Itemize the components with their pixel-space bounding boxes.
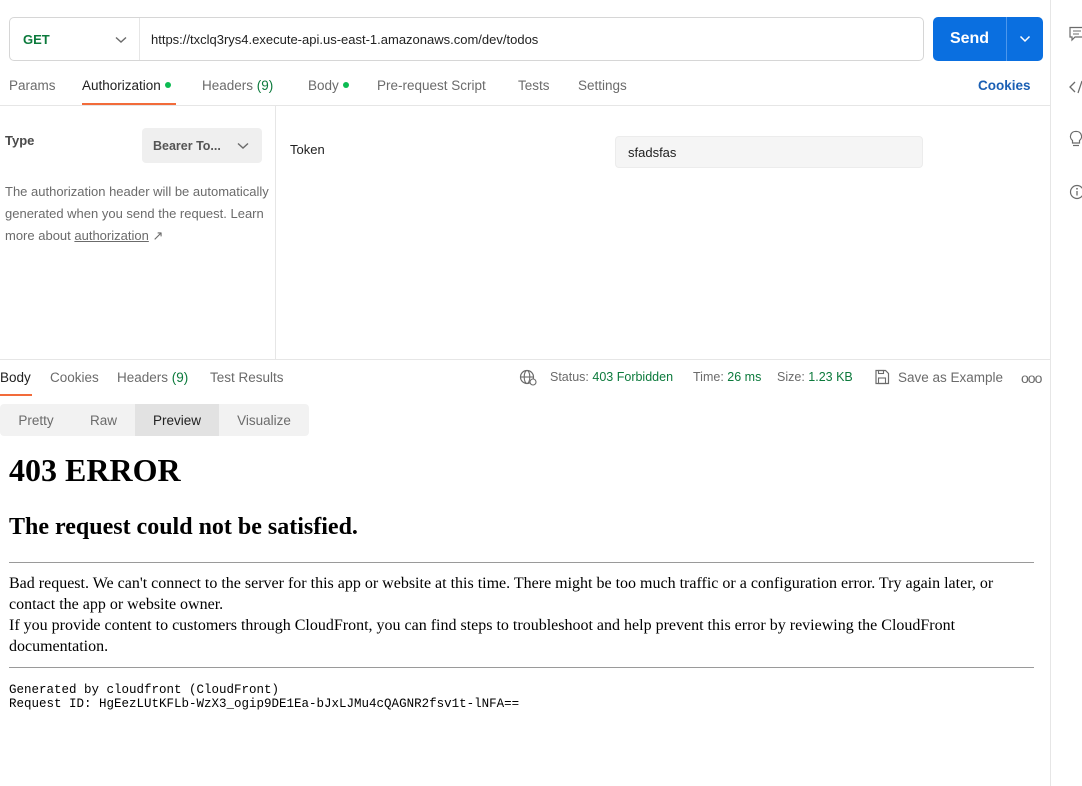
modified-dot-icon xyxy=(342,82,349,89)
info-icon[interactable] xyxy=(1069,184,1082,205)
chevron-down-icon xyxy=(237,142,249,149)
save-icon xyxy=(875,369,890,385)
divider xyxy=(0,359,1050,360)
code-icon[interactable] xyxy=(1069,79,1082,100)
size-info: Size: 1.23 KB xyxy=(777,370,853,384)
comment-icon[interactable] xyxy=(1069,26,1082,47)
cookies-link[interactable]: Cookies xyxy=(978,78,1031,93)
save-as-example-label: Save as Example xyxy=(898,369,1004,385)
tab-headers[interactable]: Headers (9) xyxy=(202,78,273,93)
status-info: Status: 403 Forbidden xyxy=(550,370,673,384)
tab-pre-request-script[interactable]: Pre-request Script xyxy=(377,78,486,93)
chevron-down-icon xyxy=(115,32,127,47)
preview-rule xyxy=(9,667,1034,668)
generated-by: Generated by cloudfront (CloudFront) xyxy=(9,683,280,697)
send-options-button[interactable] xyxy=(1006,17,1043,61)
response-tab-test-results[interactable]: Test Results xyxy=(210,370,284,385)
error-heading: 403 ERROR xyxy=(9,452,181,488)
view-mode-switch: Pretty Raw Preview Visualize xyxy=(0,404,309,436)
view-visualize[interactable]: Visualize xyxy=(219,404,309,436)
tab-headers-label: Headers xyxy=(202,78,254,93)
send-button-group: Send xyxy=(933,17,1043,61)
tab-params[interactable]: Params xyxy=(9,78,56,93)
url-input[interactable]: https://txclq3rys4.execute-api.us-east-1… xyxy=(140,32,538,47)
token-input[interactable]: sfadsfas xyxy=(615,136,923,168)
modified-dot-icon xyxy=(164,82,171,89)
globe-icon[interactable] xyxy=(519,368,537,391)
method-select[interactable]: GET xyxy=(10,18,140,60)
lightbulb-icon[interactable] xyxy=(1069,130,1082,153)
tab-body[interactable]: Body xyxy=(308,78,349,93)
time-info: Time: 26 ms xyxy=(693,370,761,384)
token-label: Token xyxy=(290,142,325,157)
response-tab-headers-label: Headers xyxy=(117,370,169,385)
view-pretty[interactable]: Pretty xyxy=(0,404,72,436)
authorization-link[interactable]: authorization xyxy=(74,228,148,243)
right-sidebar xyxy=(1050,0,1082,786)
response-preview: 403 ERROR The request could not be satis… xyxy=(9,450,1034,711)
request-tabs: Params Authorization Headers (9) Body Pr… xyxy=(0,76,1050,106)
response-tab-cookies[interactable]: Cookies xyxy=(50,370,99,385)
error-footer: Generated by cloudfront (CloudFront) Requ… xyxy=(9,683,1034,711)
more-options-icon[interactable]: ooo xyxy=(1021,370,1042,386)
response-headers-count: (9) xyxy=(171,370,189,385)
tab-tests[interactable]: Tests xyxy=(518,78,550,93)
size-value[interactable]: 1.23 KB xyxy=(808,370,852,384)
response-tab-body[interactable]: Body xyxy=(0,370,31,385)
auth-type-select[interactable]: Bearer To... xyxy=(142,128,262,163)
tab-settings[interactable]: Settings xyxy=(578,78,627,93)
auth-description: The authorization header will be automat… xyxy=(5,181,270,247)
request-id: Request ID: HgEezLUtKFLb-WzX3_ogip9DE1Ea… xyxy=(9,697,520,711)
error-subheading: The request could not be satisfied. xyxy=(9,514,358,540)
divider xyxy=(0,105,1050,106)
method-label: GET xyxy=(23,31,50,47)
auth-type-label: Type xyxy=(5,133,35,148)
tab-authorization[interactable]: Authorization xyxy=(82,78,171,93)
token-value: sfadsfas xyxy=(628,144,677,160)
save-as-example-button[interactable]: Save as Example xyxy=(874,369,1003,385)
tab-body-label: Body xyxy=(308,78,339,93)
panel-divider xyxy=(275,106,276,359)
view-raw[interactable]: Raw xyxy=(72,404,135,436)
auth-type-value: Bearer To... xyxy=(153,138,221,153)
cloudfront-message: If you provide content to customers thro… xyxy=(9,617,956,655)
error-message: Bad request. We can't connect to the ser… xyxy=(9,575,994,613)
status-value[interactable]: 403 Forbidden xyxy=(592,370,673,384)
external-link-icon: ↗ xyxy=(152,228,164,243)
tab-authorization-label: Authorization xyxy=(82,78,161,93)
view-preview[interactable]: Preview xyxy=(135,404,219,436)
url-bar: GET https://txclq3rys4.execute-api.us-ea… xyxy=(9,17,924,61)
headers-count: (9) xyxy=(256,78,274,93)
send-button[interactable]: Send xyxy=(933,17,1006,61)
error-body: Bad request. We can't connect to the ser… xyxy=(9,563,1034,667)
size-label: Size: xyxy=(777,370,805,384)
chevron-down-icon xyxy=(1019,35,1031,43)
response-tab-headers[interactable]: Headers (9) xyxy=(117,370,188,385)
active-tab-indicator xyxy=(0,394,32,396)
time-label: Time: xyxy=(693,370,724,384)
status-label: Status: xyxy=(550,370,589,384)
time-value[interactable]: 26 ms xyxy=(727,370,761,384)
